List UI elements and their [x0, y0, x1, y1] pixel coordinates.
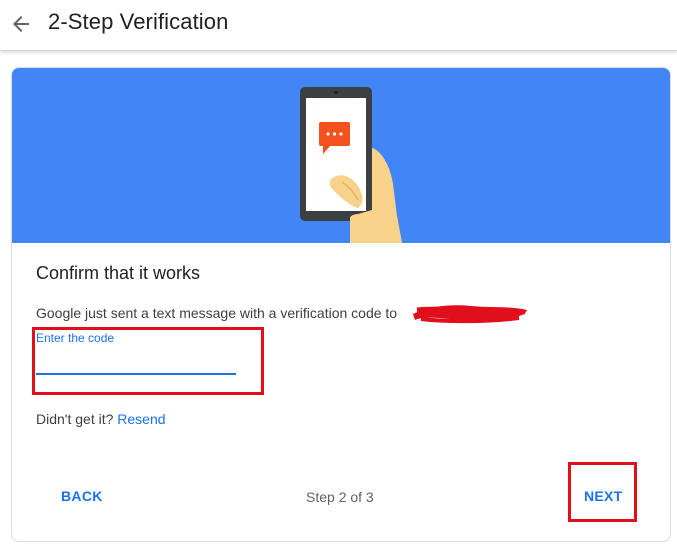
arrow-back-icon[interactable] — [9, 12, 33, 36]
step-indicator: Step 2 of 3 — [306, 489, 374, 505]
page-title: 2-Step Verification — [48, 9, 229, 34]
resend-prompt: Didn't get it? — [36, 411, 114, 427]
back-button[interactable]: BACK — [61, 488, 103, 504]
resend-link[interactable]: Resend — [117, 411, 165, 427]
verification-card: Confirm that it works Google just sent a… — [11, 67, 671, 542]
annotation-box-next — [568, 462, 637, 522]
annotation-box-code — [32, 327, 264, 395]
phone-camera — [334, 90, 338, 95]
redaction-scribble — [413, 305, 527, 324]
phone-in-hand-illustration — [300, 87, 402, 243]
resend-line: Didn't get it? Resend — [36, 411, 166, 427]
hero-banner — [12, 68, 670, 243]
sent-message-text: Google just sent a text message with a v… — [36, 305, 398, 321]
card-heading: Confirm that it works — [36, 263, 201, 283]
top-app-bar: 2-Step Verification — [0, 0, 677, 51]
